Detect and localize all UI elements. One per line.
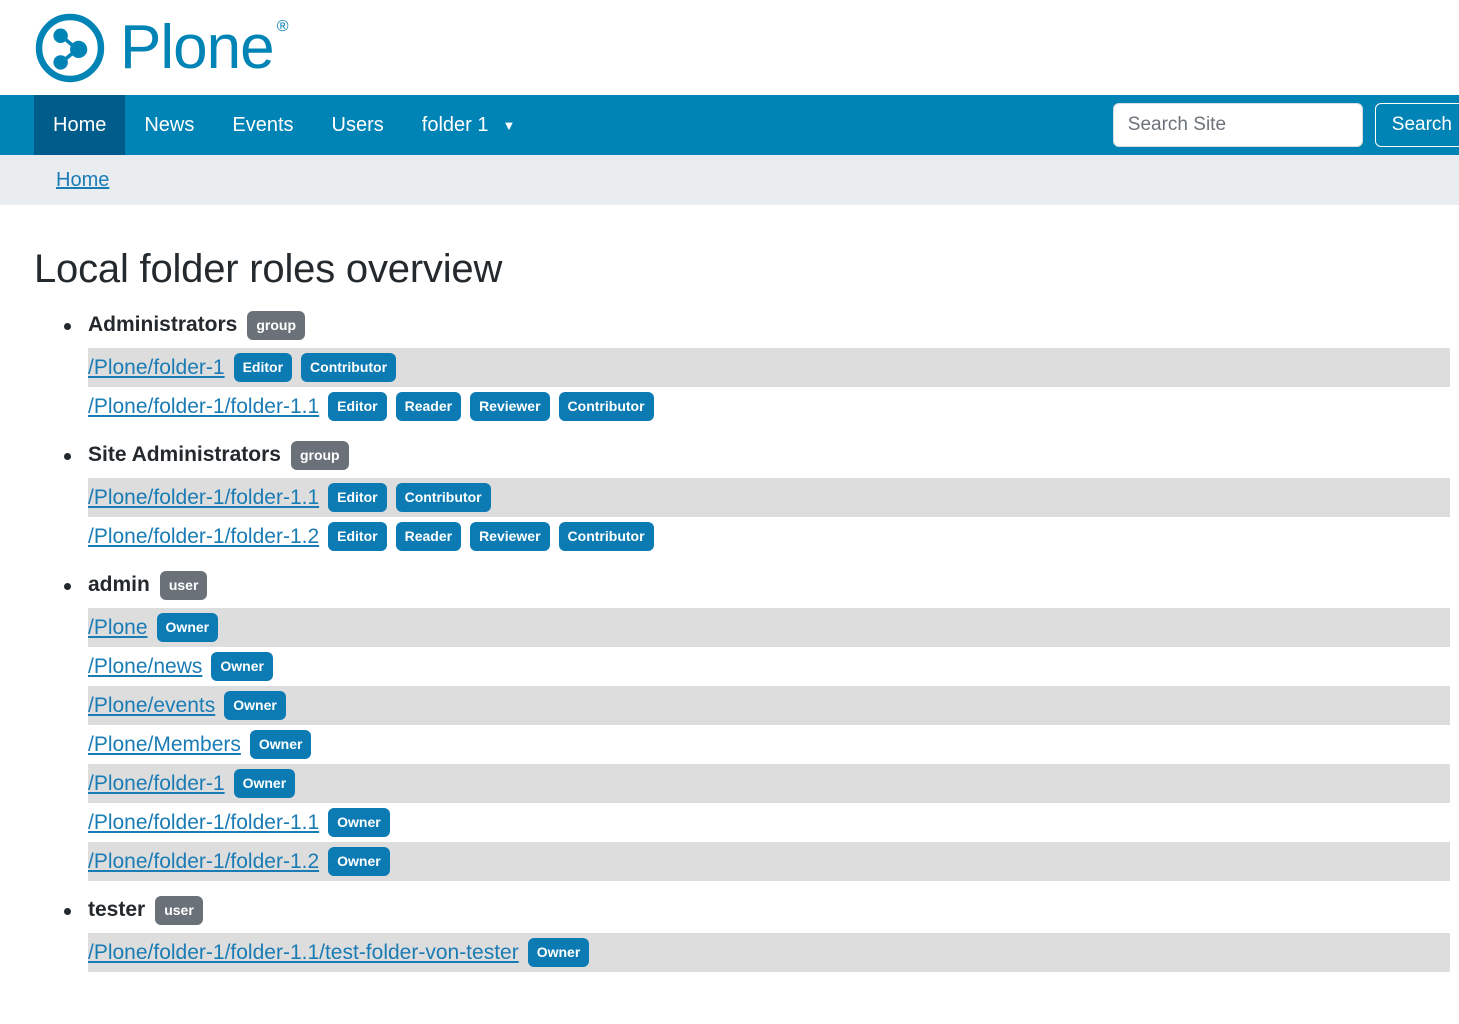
path-link[interactable]: /Plone/folder-1/folder-1.2: [88, 850, 319, 874]
role-badge: Editor: [328, 483, 387, 512]
site-logo-link[interactable]: Plone ®: [34, 12, 289, 84]
path-row: /Plone/folder-1/folder-1.2 Owner: [88, 842, 1450, 881]
path-row: /Plone/folder-1/folder-1.1/test-folder-v…: [88, 933, 1450, 972]
role-badge: Owner: [328, 847, 390, 876]
role-badge: Owner: [156, 613, 219, 642]
principal-name: Site Administrators: [88, 443, 281, 466]
principal-header: tester user: [88, 895, 1425, 925]
role-badge: Owner: [527, 938, 590, 967]
path-link[interactable]: /Plone/folder-1/folder-1.2: [88, 525, 319, 549]
principal-path-list: /Plone/folder-1/folder-1.1/test-folder-v…: [88, 933, 1450, 972]
path-row: /Plone/news Owner: [88, 647, 1450, 686]
nav-item-folder-1[interactable]: folder 1 ▼: [403, 95, 535, 155]
principal-type-badge: user: [155, 895, 203, 925]
role-badge: Reviewer: [470, 392, 550, 421]
search-input[interactable]: [1112, 103, 1363, 147]
nav-item-list: Home News Events Users folder 1 ▼: [34, 95, 534, 155]
path-link[interactable]: /Plone/folder-1/folder-1.1: [88, 486, 319, 510]
local-roles-list: Administrators group/Plone/folder-1 Editor…: [34, 310, 1450, 972]
path-row: /Plone/folder-1/folder-1.1 Editor Reader Re…: [88, 387, 1450, 426]
role-badge: Editor: [328, 392, 387, 421]
principal-name: Administrators: [88, 313, 238, 336]
registered-mark-icon: ®: [276, 17, 289, 35]
search-button[interactable]: Search: [1374, 103, 1459, 147]
role-badge: Contributor: [558, 392, 654, 421]
principal-name: tester: [88, 898, 146, 921]
role-badge: Owner: [249, 730, 312, 759]
path-row: /Plone/events Owner: [88, 686, 1450, 725]
main-content: Local folder roles overview Administrato…: [0, 247, 1459, 972]
path-link[interactable]: /Plone/Members: [88, 733, 241, 757]
nav-item-home[interactable]: Home: [34, 95, 126, 155]
site-logo-text: Plone ®: [120, 12, 289, 82]
role-badge: Editor: [328, 522, 387, 551]
nav-item-label: News: [144, 113, 195, 136]
role-badge: Reader: [395, 522, 462, 551]
nav-item-label: Events: [232, 113, 294, 136]
role-badge: Contributor: [558, 522, 654, 551]
path-link[interactable]: /Plone/folder-1/folder-1.1: [88, 395, 319, 419]
site-search: Search: [1112, 95, 1459, 155]
role-badge: Owner: [233, 769, 296, 798]
principal-name: admin: [88, 573, 150, 596]
role-badge: Owner: [224, 691, 286, 720]
nav-item-events[interactable]: Events: [213, 95, 312, 155]
principal-entry: Administrators group/Plone/folder-1 Editor…: [34, 310, 1450, 426]
path-row: /Plone/folder-1/folder-1.1 Editor Contribu…: [88, 478, 1450, 517]
path-link[interactable]: /Plone/folder-1/folder-1.1/test-folder-v…: [88, 941, 519, 965]
role-badge: Reader: [395, 392, 462, 421]
path-link[interactable]: /Plone/folder-1: [88, 772, 225, 796]
principal-header: Administrators group: [88, 310, 1425, 340]
nav-item-news[interactable]: News: [125, 95, 213, 155]
principal-header: Site Administrators group: [88, 440, 1425, 470]
role-badge: Editor: [233, 353, 293, 382]
nav-item-label: folder 1: [421, 113, 489, 136]
path-row: /Plone/folder-1/folder-1.2 Editor Reader Re…: [88, 517, 1450, 556]
nav-item-users[interactable]: Users: [313, 95, 403, 155]
path-row: /Plone/Members Owner: [88, 725, 1450, 764]
role-badge: Reviewer: [470, 522, 550, 551]
role-badge: Owner: [328, 808, 390, 837]
breadcrumb: Home: [0, 155, 1459, 205]
principal-path-list: /Plone Owner/Plone/news Owner/Plone/events…: [88, 608, 1450, 881]
principal-entry: Site Administrators group/Plone/folder-1/…: [34, 440, 1450, 556]
principal-type-badge: group: [290, 440, 349, 470]
chevron-down-icon[interactable]: ▼: [502, 119, 515, 132]
path-link[interactable]: /Plone/folder-1: [88, 356, 225, 380]
path-link[interactable]: /Plone/news: [88, 655, 202, 679]
role-badge: Contributor: [301, 353, 397, 382]
role-badge: Owner: [211, 652, 273, 681]
main-navigation: Home News Events Users folder 1 ▼ Search: [0, 95, 1459, 155]
path-link[interactable]: /Plone/events: [88, 694, 215, 718]
nav-item-label: Users: [331, 113, 384, 136]
path-link[interactable]: /Plone: [88, 616, 148, 640]
path-row: /Plone Owner: [88, 608, 1450, 647]
page-title: Local folder roles overview: [34, 247, 503, 291]
principal-entry: admin user/Plone Owner/Plone/news Owner/Plo…: [34, 570, 1450, 881]
breadcrumb-item-home[interactable]: Home: [56, 169, 109, 192]
principal-path-list: /Plone/folder-1 Editor Contributor/Plone/f…: [88, 348, 1450, 426]
role-badge: Contributor: [395, 483, 491, 512]
path-link[interactable]: /Plone/folder-1/folder-1.1: [88, 811, 319, 835]
principal-path-list: /Plone/folder-1/folder-1.1 Editor Contribu…: [88, 478, 1450, 556]
site-masthead: Plone ®: [0, 0, 1459, 95]
nav-item-label: Home: [53, 113, 107, 136]
path-row: /Plone/folder-1 Editor Contributor: [88, 348, 1450, 387]
principal-type-badge: group: [247, 310, 306, 340]
plone-logo-icon: [34, 12, 106, 84]
path-row: /Plone/folder-1/folder-1.1 Owner: [88, 803, 1450, 842]
principal-entry: tester user/Plone/folder-1/folder-1.1/tes…: [34, 895, 1450, 972]
path-row: /Plone/folder-1 Owner: [88, 764, 1450, 803]
principal-header: admin user: [88, 570, 1425, 600]
principal-type-badge: user: [159, 570, 208, 600]
